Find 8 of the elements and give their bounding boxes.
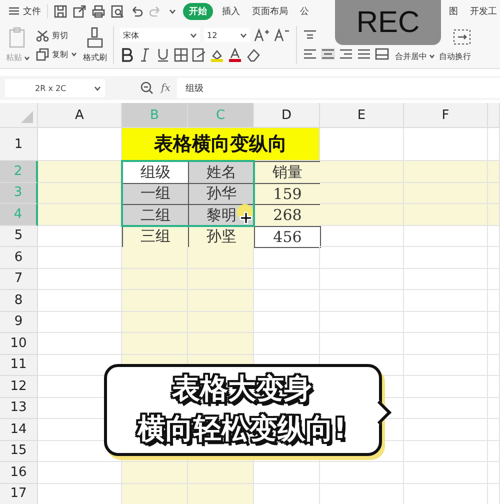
caption-text: 表格大变身: [169, 370, 317, 410]
recording-badge: REC: [335, 0, 441, 45]
table-title: 表格横向变纵向: [122, 128, 320, 161]
table-cell: 销量: [254, 161, 321, 184]
fx-label: fx: [161, 82, 170, 94]
table-cell: 456: [254, 226, 321, 248]
table-cell: 268: [254, 204, 321, 226]
caption-text: 横向轻松变纵向!: [134, 410, 352, 450]
